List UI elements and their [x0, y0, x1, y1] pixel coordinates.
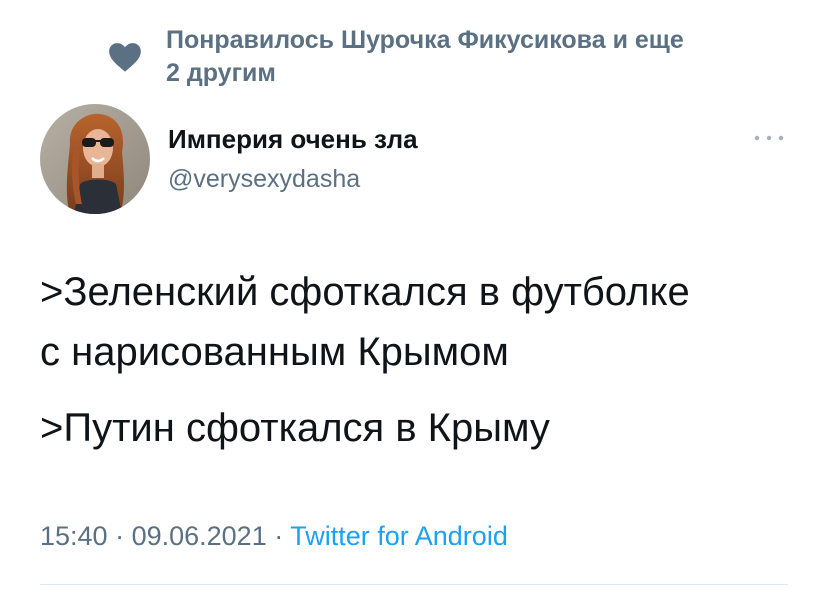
tweet-time[interactable]: 15:40: [40, 521, 108, 551]
avatar[interactable]: [40, 104, 150, 214]
meta-separator: ·: [107, 521, 132, 551]
tweet-line-1: >Зеленский сфоткался в футболке: [40, 270, 690, 314]
author-display-name[interactable]: Империя очень зла: [168, 122, 418, 156]
divider: [40, 584, 788, 585]
tweet-source-link[interactable]: Twitter for Android: [290, 521, 508, 551]
liked-by-line-2: 2 другим: [166, 59, 276, 87]
meta-separator: ·: [266, 521, 291, 551]
liked-by-line-1: Понравилось Шурочка Фикусикова и еще: [166, 26, 684, 54]
tweet-text: >Зеленский сфоткался в футболке с нарисо…: [40, 262, 800, 458]
heart-icon: [106, 38, 144, 76]
author-handle[interactable]: @verysexydasha: [168, 162, 418, 196]
more-horizontal-icon[interactable]: [752, 130, 786, 146]
tweet-line-3: >Путин сфоткался в Крыму: [40, 406, 550, 450]
tweet-date[interactable]: 09.06.2021: [132, 521, 267, 551]
tweet-card: Понравилось Шурочка Фикусикова и еще 2 д…: [0, 0, 828, 593]
tweet-meta: 15:40 · 09.06.2021 · Twitter for Android: [40, 518, 508, 554]
liked-by-text: Понравилось Шурочка Фикусикова и еще 2 д…: [166, 24, 786, 90]
author-block[interactable]: Империя очень зла @verysexydasha: [168, 122, 418, 196]
tweet-line-2: с нарисованным Крымом: [40, 330, 509, 374]
